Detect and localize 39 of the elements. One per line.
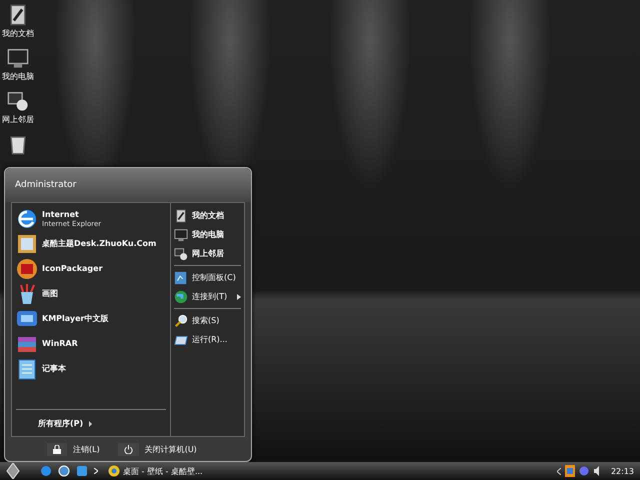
search-icon	[174, 314, 188, 328]
control-panel-icon	[174, 270, 188, 284]
monitor-icon	[174, 228, 188, 242]
monitor-icon	[7, 47, 29, 69]
submenu-arrow-icon	[89, 420, 92, 426]
desktop-icon-label[interactable]: 我的电脑	[2, 71, 34, 82]
user-name: Administrator	[15, 180, 76, 190]
menu-item[interactable]: 控制面板(C)	[174, 268, 241, 287]
logoff-button[interactable]: 注销(L)	[45, 440, 102, 458]
program-item[interactable]: 画图	[16, 281, 166, 306]
program-item[interactable]: 桌酷主题Desk.ZhuoKu.Com	[16, 231, 166, 256]
program-item[interactable]: KMPlayer中文版	[16, 306, 166, 331]
app-icon	[16, 232, 38, 254]
program-item[interactable]: 记事本	[16, 356, 166, 381]
menu-item[interactable]: 我的电脑	[174, 225, 241, 244]
network-icon	[174, 246, 188, 260]
network-icon	[7, 90, 29, 112]
tray-app-icon[interactable]	[578, 466, 589, 476]
shutdown-button[interactable]: 关闭计算机(U)	[116, 440, 199, 458]
all-programs-item[interactable]: 所有程序(P)	[16, 409, 166, 433]
document-icon	[174, 208, 188, 222]
menu-item[interactable]: 运行(R)...	[174, 330, 241, 349]
desktop-icon-label[interactable]: 我的文档	[2, 28, 34, 39]
taskbar-button[interactable]: 桌面 - 壁纸 - 桌酷壁...	[104, 464, 207, 478]
tray-app-icon[interactable]	[564, 465, 575, 477]
menu-item[interactable]: 搜索(S)	[174, 311, 241, 330]
program-item[interactable]: IconPackager	[16, 256, 166, 281]
program-item[interactable]: WinRAR	[16, 331, 166, 356]
menu-item[interactable]: 连接到(T)	[174, 287, 241, 306]
submenu-arrow-icon	[237, 294, 241, 300]
clock: 22:13	[610, 466, 634, 476]
desktop-icon-label[interactable]: 网上邻居	[2, 114, 34, 125]
menu-item[interactable]: 网上邻居	[174, 244, 241, 263]
lock-icon	[47, 442, 67, 456]
notepad-icon	[16, 358, 38, 380]
power-icon	[118, 442, 139, 456]
start-button-icon[interactable]	[6, 463, 20, 479]
chevron-icon[interactable]	[556, 468, 561, 474]
menu-item[interactable]: 我的文档	[174, 206, 241, 225]
